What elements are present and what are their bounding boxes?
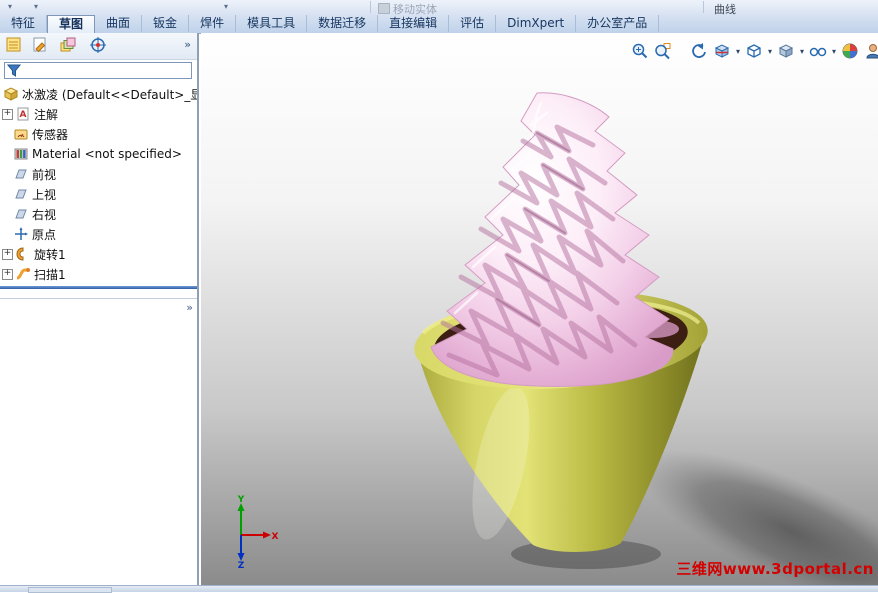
tree-item-label: 上视 — [32, 187, 57, 202]
toolbar-dropdown-icon[interactable]: ▾ — [224, 2, 228, 11]
tree-item-front-plane[interactable]: 前视 — [0, 164, 197, 184]
tree-item-sweep1[interactable]: + 扫描1 — [0, 264, 197, 284]
tab-evaluate[interactable]: 评估 — [449, 15, 497, 32]
triad-y-label: Y — [237, 495, 245, 505]
expand-icon[interactable]: + — [2, 268, 13, 280]
hide-show-items-icon[interactable] — [809, 42, 827, 60]
hide-show-dropdown-icon[interactable]: ▾ — [832, 47, 836, 56]
tab-office-products[interactable]: 办公室产品 — [576, 15, 660, 32]
triad-x-label: X — [272, 532, 279, 542]
origin-icon — [15, 227, 28, 240]
display-style-icon[interactable] — [777, 42, 795, 60]
tree-item-label: 传感器 — [32, 127, 69, 142]
tab-dimxpert[interactable]: DimXpert — [496, 15, 577, 32]
plane-icon — [15, 189, 27, 199]
filter-funnel-icon — [7, 64, 22, 77]
display-style-dropdown-icon[interactable]: ▾ — [800, 47, 804, 56]
sweep-feature-icon — [16, 268, 30, 280]
status-bar-segment[interactable] — [28, 587, 112, 593]
tab-sheet-metal[interactable]: 钣金 — [142, 15, 190, 32]
expand-icon[interactable]: + — [2, 108, 13, 120]
dimxpertmanager-tab-icon[interactable] — [89, 36, 107, 54]
revolve-feature-icon — [16, 247, 24, 261]
view-orientation-icon[interactable] — [745, 42, 763, 60]
panel-tab-toolbar: » — [0, 33, 197, 60]
toolbar-dropdown-icon[interactable]: ▾ — [8, 2, 12, 11]
tab-surfaces[interactable]: 曲面 — [95, 15, 143, 32]
zoom-area-icon[interactable] — [654, 42, 672, 60]
tree-item-label: 注解 — [34, 107, 59, 122]
tab-mold-tools[interactable]: 模具工具 — [236, 15, 308, 32]
toolbar-separator — [703, 1, 704, 13]
tree-item-annotations[interactable]: + A 注解 — [0, 104, 197, 124]
section-view-dropdown-icon[interactable]: ▾ — [736, 47, 740, 56]
toolbar-overflow-strip: ▾ ▾ ▾ 移动实体 曲线 — [0, 0, 878, 16]
tab-data-migration[interactable]: 数据迁移 — [307, 15, 379, 32]
graphics-viewport[interactable]: ▾ ▾ ▾ ▾ ▾ — [201, 33, 878, 585]
toolbar-separator — [370, 1, 371, 13]
tab-direct-editing[interactable]: 直接编辑 — [378, 15, 450, 32]
tab-sketch[interactable]: 草图 — [47, 15, 96, 33]
plane-icon — [15, 169, 27, 179]
featuremanager-panel: » 冰激凌 (Default<<Default>_显 + A 注解 传感器 Ma… — [0, 33, 199, 585]
tree-item-label: 前视 — [32, 167, 57, 182]
section-view-icon[interactable] — [713, 42, 731, 60]
tree-item-top-plane[interactable]: 上视 — [0, 184, 197, 204]
tree-item-origin[interactable]: 原点 — [0, 224, 197, 244]
tree-item-material[interactable]: Material <not specified> — [0, 144, 197, 164]
edit-appearance-icon[interactable] — [841, 42, 859, 60]
filter-row — [0, 60, 197, 82]
part-icon — [3, 87, 19, 101]
soft-serve-swirl — [430, 92, 674, 387]
tree-filter-box — [4, 62, 192, 79]
tree-item-label: 扫描1 — [34, 267, 66, 282]
commandmanager-tab-bar: 特征 草图 曲面 钣金 焊件 模具工具 数据迁移 直接编辑 评估 DimXper… — [0, 15, 878, 34]
view-orientation-dropdown-icon[interactable]: ▾ — [768, 47, 772, 56]
tree-item-part-root[interactable]: 冰激凌 (Default<<Default>_显 — [0, 84, 197, 104]
watermark-text: 三维网www.3dportal.cn — [676, 560, 874, 578]
panel-pane-splitter[interactable]: » — [0, 298, 197, 321]
expand-icon[interactable]: + — [2, 248, 13, 260]
tree-item-label: 冰激凌 (Default<<Default>_显 — [22, 87, 197, 102]
tree-item-label: 原点 — [32, 227, 57, 242]
splitter-chevron-icon[interactable]: » — [186, 301, 193, 314]
rollback-bar[interactable] — [0, 286, 197, 289]
tab-weldments[interactable]: 焊件 — [189, 15, 237, 32]
triad-z-label: Z — [238, 561, 245, 569]
feature-tree: 冰激凌 (Default<<Default>_显 + A 注解 传感器 Mate… — [0, 82, 197, 321]
tree-item-label: 旋转1 — [34, 247, 66, 262]
zoom-fit-icon[interactable] — [631, 42, 649, 60]
material-icon — [14, 148, 28, 160]
featuremanager-tab-icon[interactable] — [5, 36, 23, 54]
propertymanager-tab-icon[interactable] — [31, 36, 49, 54]
configurationmanager-tab-icon[interactable] — [59, 36, 77, 54]
tree-item-label: 右视 — [32, 207, 57, 222]
ice-cream-model[interactable] — [201, 33, 878, 585]
heads-up-view-toolbar: ▾ ▾ ▾ ▾ ▾ — [631, 42, 878, 60]
annotations-folder-icon: A — [17, 107, 29, 121]
view-settings-icon[interactable] — [864, 42, 878, 60]
previous-view-icon[interactable] — [690, 42, 708, 60]
tree-item-right-plane[interactable]: 右视 — [0, 204, 197, 224]
plane-icon — [15, 209, 27, 219]
move-entity-icon — [378, 3, 390, 14]
toolbar-dropdown-icon[interactable]: ▾ — [34, 2, 38, 11]
panel-overflow-chevron-icon[interactable]: » — [184, 38, 191, 51]
status-bar — [0, 585, 878, 593]
tree-filter-input[interactable] — [23, 63, 187, 78]
sensors-folder-icon — [14, 129, 28, 140]
coordinate-triad: Y X Z — [237, 495, 279, 569]
tree-item-sensors[interactable]: 传感器 — [0, 124, 197, 144]
annotation-letter: A — [20, 110, 27, 120]
tab-features[interactable]: 特征 — [0, 15, 48, 32]
tree-item-label: Material <not specified> — [32, 147, 182, 161]
tree-item-revolve1[interactable]: + 旋转1 — [0, 244, 197, 264]
